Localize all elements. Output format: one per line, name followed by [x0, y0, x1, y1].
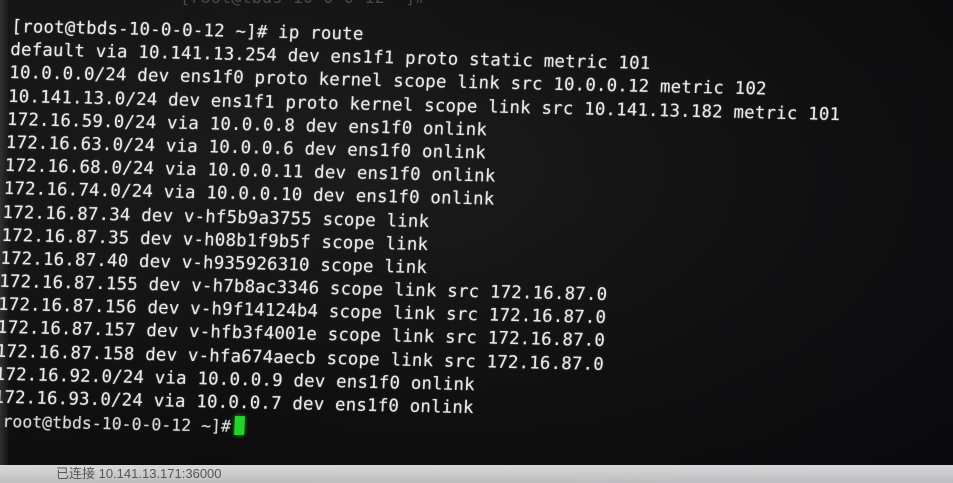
previous-prompt-fragment: [root@tbds-10-0-0-12 ~]#	[180, 0, 426, 8]
terminal-output[interactable]: [root@tbds-10-0-0-12 ~]# ip route defaul…	[0, 16, 942, 453]
status-bar: 已连接 10.141.13.171:36000	[0, 465, 953, 483]
terminal-cursor[interactable]	[234, 416, 246, 436]
monitor-screen: [root@tbds-10-0-0-12 ~]# [root@tbds-10-0…	[0, 0, 953, 483]
connection-status: 已连接 10.141.13.171:36000	[56, 466, 222, 481]
shell-prompt: [root@tbds-10-0-0-12 ~]#	[0, 411, 232, 437]
